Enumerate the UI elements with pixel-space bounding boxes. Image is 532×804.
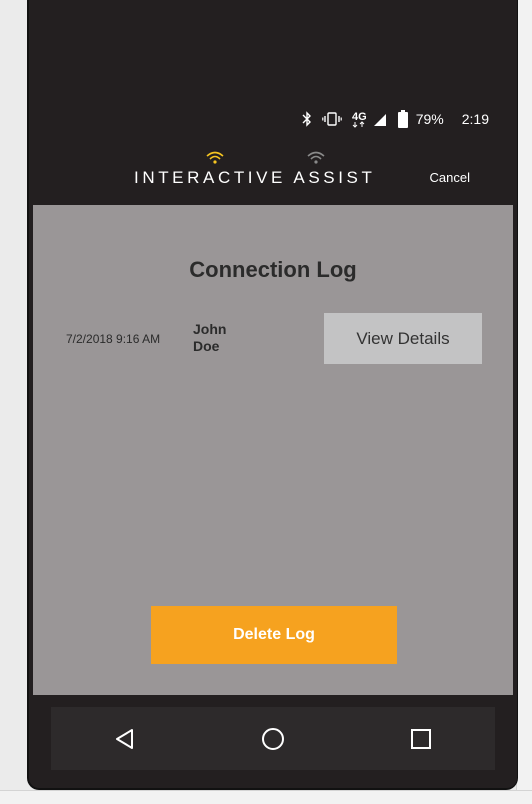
log-entry-date: 7/2/2018 9:16 AM bbox=[66, 332, 161, 346]
clock: 2:19 bbox=[461, 111, 489, 127]
page-title: Connection Log bbox=[189, 257, 357, 282]
vibrate-icon bbox=[321, 111, 342, 127]
back-icon[interactable] bbox=[95, 714, 155, 764]
svg-text:4G: 4G bbox=[352, 111, 367, 123]
android-nav-bar bbox=[51, 707, 495, 770]
main-content: Connection Log 7/2/2018 9:16 AM John Doe… bbox=[33, 205, 513, 695]
cancel-button[interactable]: Cancel bbox=[430, 170, 470, 185]
wifi-gray-icon bbox=[307, 151, 325, 164]
recents-icon[interactable] bbox=[391, 714, 451, 764]
interactive-assist-logo: INTERACTIVE ASSIST bbox=[134, 148, 404, 204]
battery-percent: 79% bbox=[415, 111, 444, 127]
battery-icon bbox=[397, 110, 408, 128]
window-frame-bottom bbox=[0, 790, 532, 804]
app-header: INTERACTIVE ASSIST Cancel bbox=[29, 148, 517, 204]
phone-screen: 4G 79% 2:19 INTERACTIVE ASSIST Cancel Co… bbox=[29, 0, 517, 788]
home-icon[interactable] bbox=[243, 714, 303, 764]
delete-log-button[interactable]: Delete Log bbox=[151, 606, 397, 664]
wifi-yellow-icon bbox=[206, 151, 224, 164]
view-details-button[interactable]: View Details bbox=[324, 313, 482, 364]
bluetooth-icon bbox=[302, 111, 312, 127]
window-frame-right bbox=[516, 0, 532, 803]
status-bar: 4G 79% 2:19 bbox=[302, 106, 489, 132]
log-entry-name: John Doe bbox=[193, 321, 227, 354]
4g-lte-icon: 4G bbox=[352, 110, 388, 128]
logo-text: INTERACTIVE ASSIST bbox=[134, 168, 376, 187]
